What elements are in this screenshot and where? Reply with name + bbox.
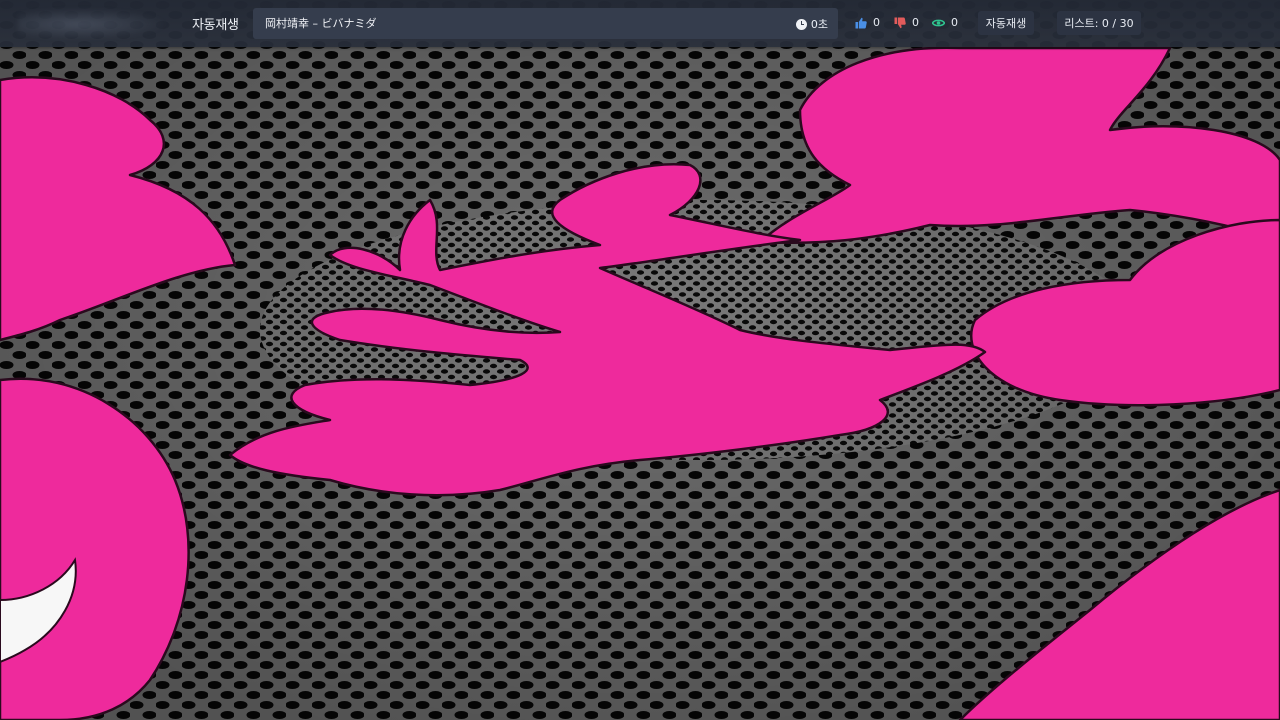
like-button[interactable]: 0 bbox=[855, 16, 880, 29]
clock-icon bbox=[795, 18, 807, 30]
dislike-button[interactable]: 0 bbox=[894, 16, 919, 29]
views-count: 0 bbox=[951, 16, 958, 29]
views-counter: 0 bbox=[932, 16, 958, 29]
dislike-count: 0 bbox=[912, 16, 919, 29]
autoplay-button[interactable]: 자동재생 bbox=[978, 11, 1034, 35]
like-count: 0 bbox=[873, 16, 880, 29]
video-frame[interactable] bbox=[0, 0, 1280, 720]
now-playing-panel: 岡村靖幸 – ビバナミダ 0초 bbox=[253, 8, 838, 39]
autoplay-title: 자동재생 bbox=[192, 18, 239, 33]
thumbs-up-icon bbox=[855, 17, 867, 28]
channel-logo bbox=[18, 8, 168, 40]
elapsed-time-value: 0초 bbox=[810, 18, 828, 31]
thumbs-down-icon bbox=[894, 17, 906, 28]
top-bar: 자동재생 岡村靖幸 – ビバナミダ 0초 0 0 0 자동재생 리스트: 0 /… bbox=[0, 0, 1280, 47]
elapsed-time: 0초 bbox=[795, 16, 828, 32]
eye-icon bbox=[932, 19, 945, 26]
list-counter[interactable]: 리스트: 0 / 30 bbox=[1057, 11, 1141, 35]
song-title: 岡村靖幸 – ビバナミダ bbox=[265, 17, 377, 30]
